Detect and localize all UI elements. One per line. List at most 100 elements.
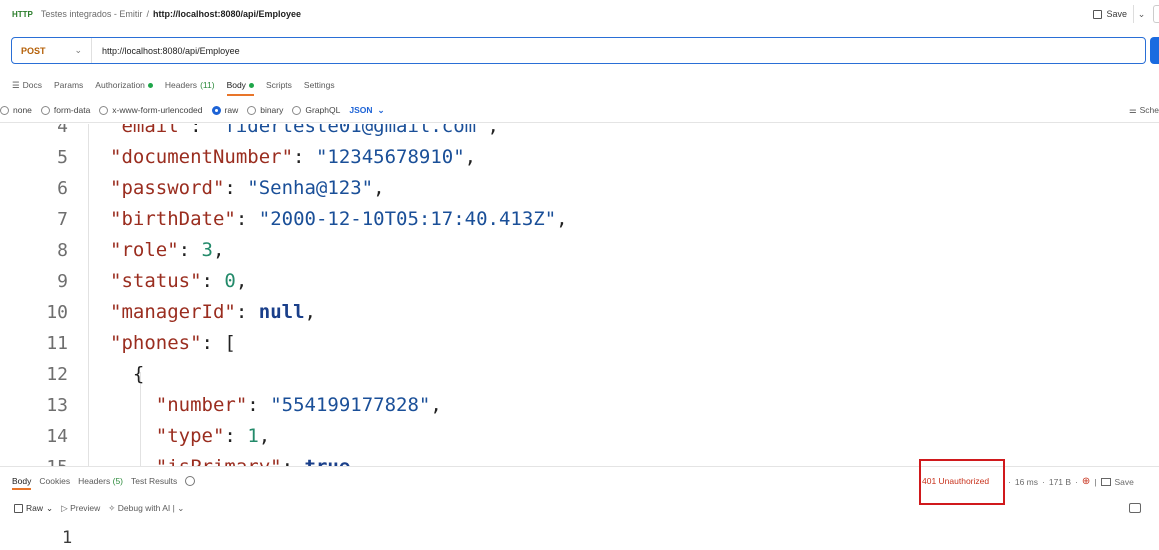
code-text[interactable]: "birthDate": "2000-12-10T05:17:40.413Z",	[110, 204, 568, 235]
schema-label: Sche	[1139, 105, 1159, 115]
share-button[interactable]	[1153, 5, 1159, 23]
radio-binary[interactable]: binary	[247, 105, 283, 115]
save-button[interactable]: Save	[1087, 9, 1133, 19]
breadcrumb-collection[interactable]: Testes integrados - Emitir	[41, 9, 143, 19]
tab-headers-label: Headers	[164, 80, 198, 90]
tab-authorization[interactable]: Authorization	[95, 76, 153, 94]
debug-ai-button[interactable]: ✧ Debug with AI | ⌄	[108, 503, 184, 514]
meta-separator: ·	[1008, 476, 1011, 487]
response-meta: · 16 ms · 171 B · ⊕ | Save	[1008, 476, 1134, 487]
code-line[interactable]: 8 "role": 3,	[0, 235, 1159, 266]
code-text[interactable]: "phones": [	[110, 328, 236, 359]
response-toolbar: Raw ⌄ ▷ Preview ✧ Debug with AI | ⌄	[14, 500, 184, 516]
code-text[interactable]: "password": "Senha@123",	[110, 173, 385, 204]
wrap-lines-icon[interactable]	[1129, 503, 1141, 513]
method-select[interactable]: POST ⌄	[12, 38, 92, 63]
body-type-selector: none form-data x-www-form-urlencoded raw…	[0, 101, 1159, 119]
chevron-down-icon: ⌄	[177, 502, 185, 513]
radio-icon	[0, 105, 9, 115]
radio-icon	[292, 105, 302, 115]
response-headers-count: (5)	[112, 476, 123, 486]
radio-none[interactable]: none	[0, 105, 32, 115]
radio-checked-icon	[211, 105, 221, 115]
tab-scripts[interactable]: Scripts	[266, 76, 292, 94]
code-line[interactable]: 9 "status": 0,	[0, 266, 1159, 297]
status-badge[interactable]: 401 Unauthorized	[922, 476, 989, 486]
tab-docs[interactable]: ☰ Docs	[12, 76, 42, 94]
tab-authorization-label: Authorization	[95, 80, 145, 90]
code-text[interactable]: "managerId": null,	[110, 297, 316, 328]
line-number: 5	[57, 147, 68, 168]
code-text[interactable]: "isPrimary": true	[110, 452, 351, 466]
breadcrumb-request[interactable]: http://localhost:8080/api/Employee	[153, 9, 301, 19]
line-number: 4	[57, 124, 68, 137]
radio-form-data-label: form-data	[53, 105, 91, 115]
radio-raw-label: raw	[224, 105, 239, 115]
network-globe-icon[interactable]: ⊕	[1082, 476, 1090, 487]
format-label: JSON	[349, 105, 373, 115]
save-label: Save	[1106, 9, 1127, 19]
send-button[interactable]	[1150, 37, 1159, 64]
line-number: 14	[46, 426, 68, 447]
chevron-down-icon: ⌄	[74, 45, 82, 55]
save-group: Save ⌄	[1087, 5, 1159, 23]
response-time[interactable]: 16 ms	[1015, 477, 1038, 487]
code-text[interactable]: "email": "fiderteste01@gmail.com",	[110, 124, 499, 142]
line-number: 9	[57, 271, 68, 292]
tab-params[interactable]: Params	[54, 76, 83, 94]
code-text[interactable]: "status": 0,	[110, 266, 247, 297]
tab-scripts-label: Scripts	[265, 80, 292, 90]
save-icon	[1093, 9, 1103, 19]
tab-settings[interactable]: Settings	[304, 76, 335, 94]
url-input[interactable]	[92, 38, 1145, 63]
code-line[interactable]: 13 "number": "554199177828",	[0, 390, 1159, 421]
response-tabs: Body Cookies Headers (5) Test Results	[12, 472, 196, 490]
radio-raw[interactable]: raw	[211, 105, 239, 115]
code-text[interactable]: {	[110, 359, 144, 390]
meta-separator: ·	[1075, 476, 1078, 487]
preview-button[interactable]: ▷ Preview	[61, 503, 100, 514]
radio-graphql[interactable]: GraphQL	[292, 105, 340, 115]
response-tab-cookies[interactable]: Cookies	[39, 476, 70, 486]
response-tab-body[interactable]: Body	[12, 476, 32, 490]
response-tab-test-results[interactable]: Test Results	[131, 476, 177, 486]
chevron-down-icon: ⌄	[46, 502, 54, 513]
line-number: 11	[46, 333, 68, 354]
code-line[interactable]: 10 "managerId": null,	[0, 297, 1159, 328]
request-tabs: ☰ Docs Params Authorization Headers (11) B…	[12, 76, 335, 96]
radio-icon	[247, 105, 257, 115]
code-line[interactable]: 5 "documentNumber": "12345678910",	[0, 142, 1159, 173]
save-response-button[interactable]: Save	[1115, 477, 1134, 487]
radio-urlencoded[interactable]: x-www-form-urlencoded	[99, 105, 203, 115]
format-select[interactable]: JSON ⌄	[349, 105, 384, 116]
line-number: 10	[46, 302, 68, 323]
view-mode-label: Raw	[26, 503, 44, 513]
tab-body[interactable]: Body	[226, 76, 255, 96]
tab-params-label: Params	[54, 80, 84, 90]
tab-headers[interactable]: Headers (11)	[165, 76, 215, 94]
history-icon[interactable]	[185, 476, 196, 486]
separator: |	[172, 502, 175, 513]
code-text[interactable]: "role": 3,	[110, 235, 224, 266]
radio-form-data[interactable]: form-data	[40, 105, 91, 115]
code-line[interactable]: 11 "phones": [	[0, 328, 1159, 359]
code-line[interactable]: 7 "birthDate": "2000-12-10T05:17:40.413Z"…	[0, 204, 1159, 235]
code-text[interactable]: "type": 1,	[110, 421, 270, 452]
code-line[interactable]: 12 {	[0, 359, 1159, 390]
radio-none-label: none	[13, 105, 32, 115]
code-text[interactable]: "number": "554199177828",	[110, 390, 442, 421]
save-options-chevron-icon[interactable]: ⌄	[1133, 5, 1149, 23]
schema-button[interactable]: ⚌ Sche	[1129, 101, 1159, 119]
code-editor[interactable]: 4 "email": "fiderteste01@gmail.com", 5 "doc…	[0, 124, 1159, 466]
method-label: POST	[21, 45, 46, 56]
docs-icon: ☰	[12, 79, 20, 90]
response-tab-headers[interactable]: Headers (5)	[78, 476, 123, 486]
view-mode-select[interactable]: Raw ⌄	[14, 503, 53, 514]
code-line[interactable]: 14 "type": 1,	[0, 421, 1159, 452]
code-text[interactable]: "documentNumber": "12345678910",	[110, 142, 476, 173]
preview-label: Preview	[70, 502, 101, 513]
raw-icon	[14, 503, 23, 513]
code-line[interactable]: 6 "password": "Senha@123",	[0, 173, 1159, 204]
response-size[interactable]: 171 B	[1049, 477, 1071, 487]
code-line[interactable]: 4 "email": "fiderteste01@gmail.com",	[0, 124, 1159, 142]
